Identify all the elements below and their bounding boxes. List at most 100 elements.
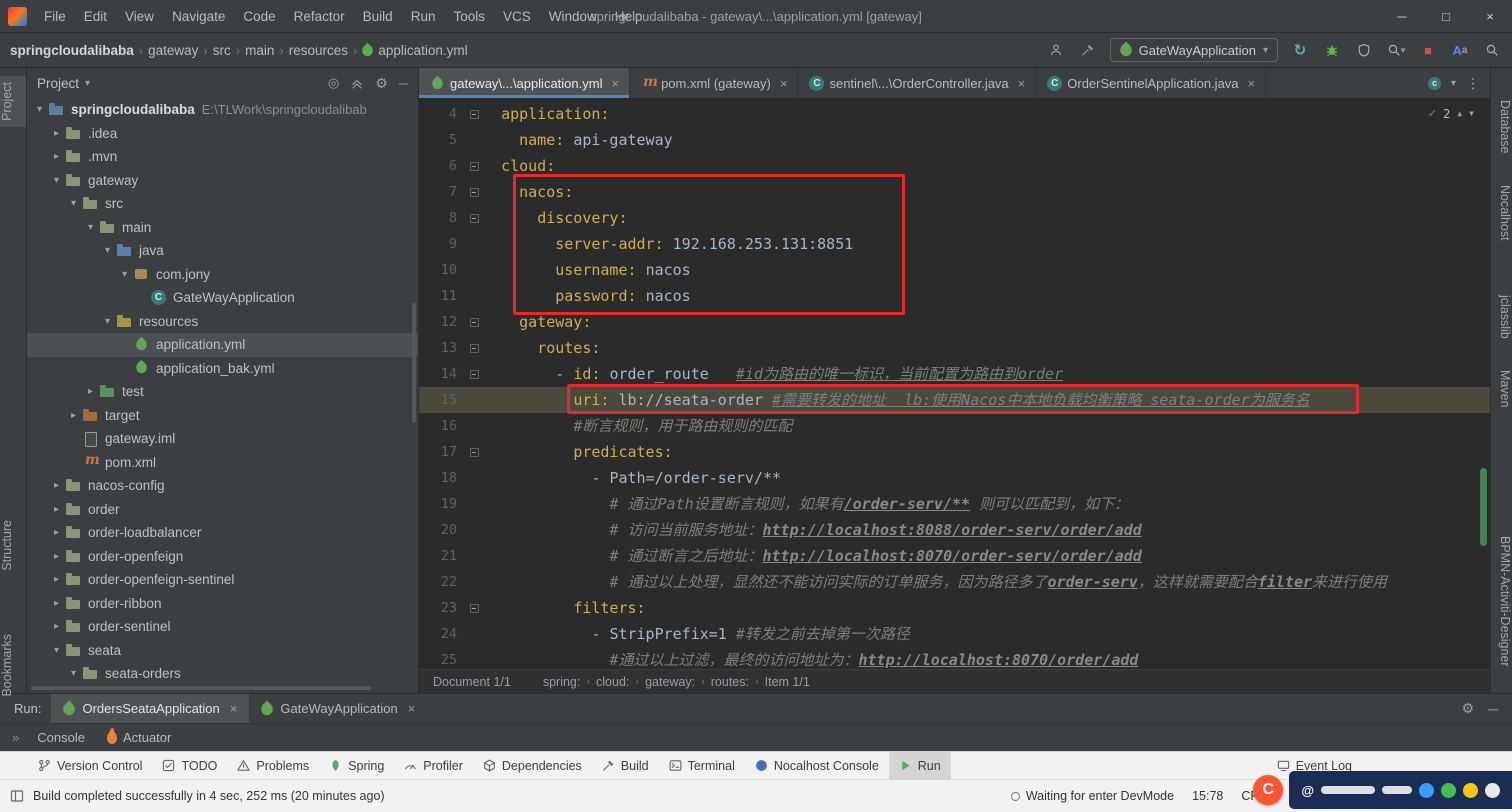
tree-item-seata[interactable]: ▾ seata bbox=[27, 639, 418, 663]
tree-expand-icon[interactable]: ▸ bbox=[48, 151, 65, 162]
hidden-tab-class-icon[interactable]: c bbox=[1427, 76, 1441, 90]
editor-line-8[interactable]: 8 discovery: bbox=[419, 205, 1490, 231]
editor-line-22[interactable]: 22 # 通过以上处理，显然还不能访问实际的订单服务，因为路径多了order-s… bbox=[419, 569, 1490, 595]
tool-window-button-terminal[interactable]: Terminal bbox=[659, 752, 745, 779]
tab-options-icon[interactable]: ⋮ bbox=[1466, 75, 1480, 92]
menu-file[interactable]: File bbox=[35, 0, 75, 33]
tree-item-src[interactable]: ▾ src bbox=[27, 192, 418, 216]
fold-icon[interactable] bbox=[469, 369, 479, 379]
tree-item-order-loadbalancer[interactable]: ▸ order-loadbalancer bbox=[27, 521, 418, 545]
editor-line-25[interactable]: 25 #通过以上过滤，最终的访问地址为：http://localhost:807… bbox=[419, 647, 1490, 669]
fold-icon[interactable] bbox=[469, 343, 479, 353]
editor-line-7[interactable]: 7 nacos: bbox=[419, 179, 1490, 205]
tree-item-springcloudalibaba[interactable]: ▾ springcloudalibaba E:\TLWork\springcloud… bbox=[27, 98, 418, 122]
fold-marker[interactable] bbox=[465, 335, 483, 361]
search-dropdown-icon[interactable]: ▾ bbox=[1386, 40, 1406, 60]
close-icon[interactable]: × bbox=[408, 701, 416, 716]
build-hammer-icon[interactable] bbox=[1078, 40, 1098, 60]
tool-window-button-problems[interactable]: Problems bbox=[227, 752, 319, 779]
tree-item-pom-xml[interactable]: pom.xml bbox=[27, 451, 418, 475]
tree-item-mvn[interactable]: ▸ .mvn bbox=[27, 145, 418, 169]
tree-item-order-sentinel[interactable]: ▸ order-sentinel bbox=[27, 615, 418, 639]
fold-marker[interactable] bbox=[465, 439, 483, 465]
breadcrumb-item-src[interactable]: src bbox=[213, 43, 231, 58]
tree-collapse-icon[interactable]: ▾ bbox=[65, 198, 82, 209]
fold-icon[interactable] bbox=[469, 161, 479, 171]
settings-icon[interactable]: ⚙ bbox=[375, 75, 388, 92]
prev-problem-icon[interactable]: ▲ bbox=[1457, 109, 1462, 118]
tree-collapse-icon[interactable]: ▾ bbox=[99, 316, 116, 327]
editor-tab-gateway-application-yml[interactable]: gateway\...\application.yml × bbox=[419, 68, 631, 98]
menu-tools[interactable]: Tools bbox=[444, 0, 494, 33]
tool-button-maven[interactable]: Maven bbox=[1491, 370, 1512, 408]
tree-item-gateway-iml[interactable]: gateway.iml bbox=[27, 427, 418, 451]
tree-item-gateway[interactable]: ▾ gateway bbox=[27, 169, 418, 193]
close-icon[interactable]: × bbox=[780, 76, 788, 91]
editor-line-11[interactable]: 11 password: nacos bbox=[419, 283, 1490, 309]
tree-expand-icon[interactable]: ▸ bbox=[48, 504, 65, 515]
fold-icon[interactable] bbox=[469, 447, 479, 457]
tree-expand-icon[interactable]: ▸ bbox=[48, 574, 65, 585]
tree-collapse-icon[interactable]: ▾ bbox=[65, 668, 82, 679]
editor-line-24[interactable]: 24 - StripPrefix=1 #转发之前去掉第一次路径 bbox=[419, 621, 1490, 647]
tree-expand-icon[interactable]: ▸ bbox=[48, 128, 65, 139]
search-everywhere-icon[interactable] bbox=[1482, 40, 1502, 60]
editor-line-5[interactable]: 5 name: api-gateway bbox=[419, 127, 1490, 153]
tree-expand-icon[interactable]: ▸ bbox=[48, 551, 65, 562]
menu-run[interactable]: Run bbox=[402, 0, 445, 33]
editor-line-4[interactable]: 4 application: bbox=[419, 101, 1490, 127]
editor-line-15[interactable]: 15 uri: lb://seata-order #需要转发的地址 lb:使用N… bbox=[419, 387, 1490, 413]
tool-button-structure[interactable]: Structure bbox=[0, 520, 26, 571]
tree-item-order-openfeign-sentinel[interactable]: ▸ order-openfeign-sentinel bbox=[27, 568, 418, 592]
user-settings-icon[interactable] bbox=[1046, 40, 1066, 60]
tree-item-idea[interactable]: ▸ .idea bbox=[27, 122, 418, 146]
tool-button-bookmarks[interactable]: Bookmarks bbox=[0, 634, 26, 697]
menu-view[interactable]: View bbox=[116, 0, 163, 33]
settings-icon[interactable]: ⚙ bbox=[1462, 700, 1475, 717]
fold-icon[interactable] bbox=[469, 213, 479, 223]
yaml-breadcrumb-gateway[interactable]: gateway: bbox=[645, 675, 695, 689]
close-icon[interactable]: × bbox=[1018, 76, 1026, 91]
tool-window-button-profiler[interactable]: Profiler bbox=[394, 752, 473, 779]
editor-line-10[interactable]: 10 username: nacos bbox=[419, 257, 1490, 283]
tree-item-nacos-config[interactable]: ▸ nacos-config bbox=[27, 474, 418, 498]
show-hidden-tabs-icon[interactable]: » bbox=[12, 730, 19, 745]
menu-edit[interactable]: Edit bbox=[75, 0, 116, 33]
vertical-scrollbar[interactable] bbox=[412, 303, 416, 423]
tree-item-order[interactable]: ▸ order bbox=[27, 498, 418, 522]
menu-navigate[interactable]: Navigate bbox=[163, 0, 234, 33]
tree-item-target[interactable]: ▸ target bbox=[27, 404, 418, 428]
yaml-breadcrumb-spring[interactable]: spring: bbox=[543, 675, 581, 689]
menu-refactor[interactable]: Refactor bbox=[285, 0, 354, 33]
editor-line-17[interactable]: 17 predicates: bbox=[419, 439, 1490, 465]
tree-item-application-bak-yml[interactable]: application_bak.yml bbox=[27, 357, 418, 381]
fold-marker[interactable] bbox=[465, 595, 483, 621]
tree-expand-icon[interactable]: ▸ bbox=[82, 386, 99, 397]
tool-window-button-spring[interactable]: Spring bbox=[319, 752, 394, 779]
editor-line-13[interactable]: 13 routes: bbox=[419, 335, 1490, 361]
tree-expand-icon[interactable]: ▸ bbox=[48, 527, 65, 538]
editor-scrollbar[interactable] bbox=[1480, 468, 1487, 546]
tree-collapse-icon[interactable]: ▾ bbox=[116, 269, 133, 280]
fold-icon[interactable] bbox=[469, 603, 479, 613]
console-tab-console[interactable]: Console bbox=[37, 730, 85, 745]
hide-panel-icon[interactable]: ─ bbox=[1488, 701, 1498, 717]
maximize-button[interactable]: □ bbox=[1424, 0, 1468, 33]
tree-expand-icon[interactable]: ▸ bbox=[48, 480, 65, 491]
hide-panel-icon[interactable]: ─ bbox=[399, 76, 408, 91]
locate-file-icon[interactable]: ◎ bbox=[328, 75, 339, 91]
editor-line-16[interactable]: 16 #断言规则，用于路由规则的匹配 bbox=[419, 413, 1490, 439]
debug-icon[interactable] bbox=[1322, 40, 1342, 60]
editor-line-9[interactable]: 9 server-addr: 192.168.253.131:8851 bbox=[419, 231, 1490, 257]
run-tab-ordersseataapplication[interactable]: OrdersSeataApplication × bbox=[51, 694, 250, 723]
tree-expand-icon[interactable]: ▸ bbox=[65, 410, 82, 421]
fold-icon[interactable] bbox=[469, 109, 479, 119]
close-icon[interactable]: × bbox=[230, 701, 238, 716]
yaml-breadcrumb-item-1-1[interactable]: Item 1/1 bbox=[765, 675, 810, 689]
collapse-all-icon[interactable] bbox=[350, 76, 364, 90]
tool-window-button-run[interactable]: Run bbox=[888, 752, 951, 779]
editor-line-18[interactable]: 18 - Path=/order-serv/** bbox=[419, 465, 1490, 491]
tool-window-button-todo[interactable]: TODO bbox=[152, 752, 227, 779]
tree-item-order-openfeign[interactable]: ▸ order-openfeign bbox=[27, 545, 418, 569]
breadcrumb-item-springcloudalibaba[interactable]: springcloudalibaba bbox=[10, 43, 134, 58]
